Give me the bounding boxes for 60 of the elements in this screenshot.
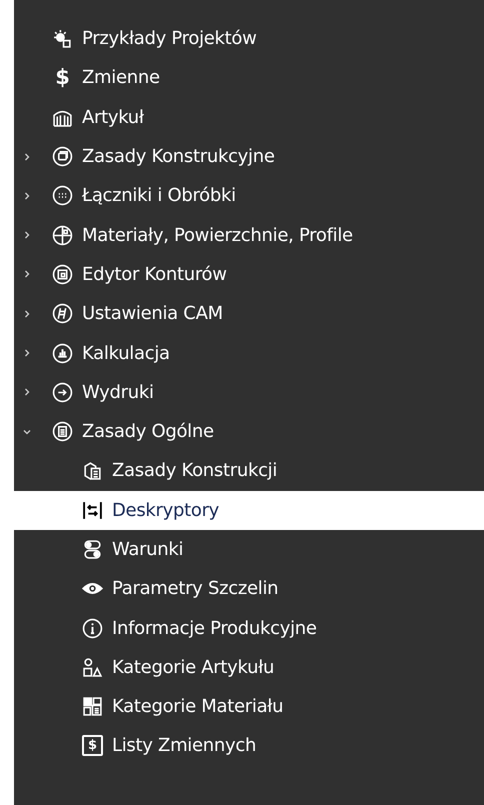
item-label: Przykłady Projektów <box>82 28 257 50</box>
expand-chevron-icon[interactable] <box>22 190 32 201</box>
item-label: Zasady Ogólne <box>82 421 214 442</box>
expand-chevron-icon[interactable] <box>22 348 32 358</box>
expand-chevron-icon[interactable] <box>22 387 32 398</box>
expand-chevron-icon[interactable] <box>22 308 32 319</box>
tree-item[interactable]: Zasady Konstrukcji <box>14 451 484 491</box>
swap-icon <box>82 500 103 521</box>
item-label: Deskryptory <box>112 500 220 521</box>
tree-item[interactable]: Ustawienia CAM <box>14 294 484 334</box>
dollar-icon: $ <box>52 67 73 88</box>
expand-chevron-icon[interactable] <box>22 230 32 240</box>
tree-item[interactable]: Materiały, Powierzchnie, Profile <box>14 215 484 255</box>
tree-item[interactable]: Kalkulacja <box>14 333 484 373</box>
tree-item[interactable]: Zasady Konstrukcyjne <box>14 136 484 176</box>
tree-item[interactable]: Kategorie Artykułu <box>14 648 484 688</box>
item-label: Zasady Konstrukcji <box>112 460 278 482</box>
item-label: Łączniki i Obróbki <box>82 185 236 206</box>
item-label: Kalkulacja <box>82 342 170 364</box>
tree-item[interactable]: $ Listy Zmiennych <box>14 726 484 766</box>
lightbulb-icon <box>52 28 73 50</box>
tree-item[interactable]: Przykłady Projektów <box>14 19 484 58</box>
quadrant-icon <box>52 224 73 246</box>
ladder-icon <box>52 303 73 324</box>
cube-list-icon <box>82 460 103 482</box>
item-label: Edytor Konturów <box>82 264 227 285</box>
item-label: Artykuł <box>82 106 144 128</box>
tree-item[interactable]: Deskryptory <box>14 490 484 530</box>
tree-item[interactable]: Warunki <box>14 530 484 570</box>
cube-icon <box>52 146 73 168</box>
info-icon <box>82 618 103 639</box>
item-label: Ustawienia CAM <box>82 303 223 324</box>
item-label: Parametry Szczelin <box>112 578 278 600</box>
item-label: Materiały, Powierzchnie, Profile <box>82 224 353 246</box>
item-label: Informacje Produkcyjne <box>112 618 317 639</box>
tree-item[interactable]: Edytor Konturów <box>14 254 484 294</box>
item-label: Zmienne <box>82 67 160 88</box>
item-label: Wydruki <box>82 382 154 403</box>
shapes-icon <box>82 656 103 678</box>
tree-item[interactable]: Kategorie Materiału <box>14 687 484 726</box>
bar-chart-icon <box>52 342 73 364</box>
tree-item[interactable]: Informacje Produkcyjne <box>14 608 484 648</box>
expand-chevron-icon[interactable] <box>22 152 32 162</box>
tree-item[interactable]: Wydruki <box>14 372 484 412</box>
toggle-icon <box>82 539 103 560</box>
tree-item[interactable]: Artykuł <box>14 98 484 137</box>
dollar-box-icon: $ <box>82 735 103 756</box>
list-icon <box>52 421 73 442</box>
tree-item[interactable]: Parametry Szczelin <box>14 569 484 608</box>
item-label: Zasady Konstrukcyjne <box>82 146 275 168</box>
dots-icon <box>52 185 73 206</box>
item-label: Kategorie Artykułu <box>112 656 274 678</box>
tree-item[interactable]: Zasady Ogólne <box>14 412 484 452</box>
item-label: Listy Zmiennych <box>112 735 256 756</box>
expand-chevron-icon[interactable] <box>22 269 32 280</box>
item-label: Warunki <box>112 539 184 560</box>
item-label: Kategorie Materiału <box>112 696 284 718</box>
tree-item[interactable]: Łączniki i Obróbki <box>14 176 484 216</box>
tree-item[interactable]: $ Zmienne <box>14 58 484 98</box>
grid-list-icon <box>82 696 103 718</box>
